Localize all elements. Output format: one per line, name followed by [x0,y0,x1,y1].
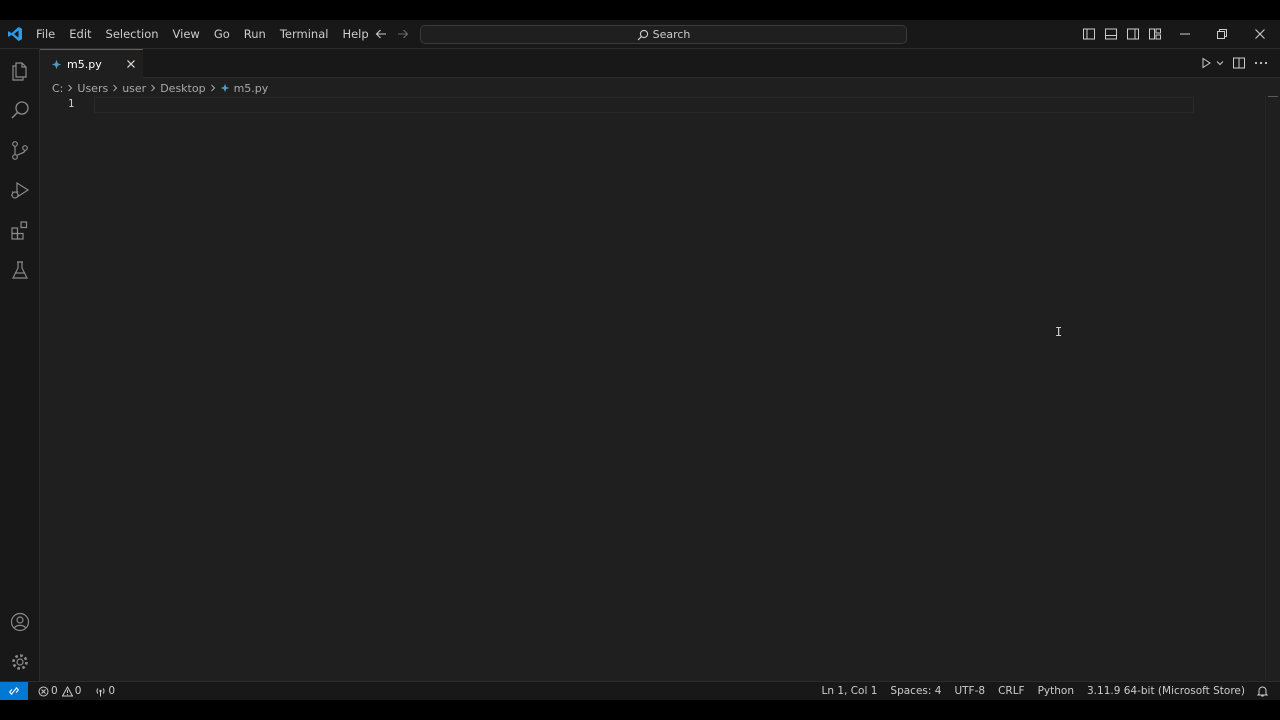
run-python-file-icon[interactable] [196,55,212,71]
status-bar: 0 0 0 Ln 1, Col 1 Spaces: 4 UTF-8 CRLF P… [0,681,1280,700]
screen-letterbox-bottom [0,700,1280,720]
run-and-debug-icon[interactable] [8,178,32,202]
eol-status[interactable]: CRLF [994,685,1029,697]
close-tab-icon[interactable] [124,57,138,71]
encoding-status[interactable]: UTF-8 [950,685,989,697]
menu-selection[interactable]: Selection [99,20,166,49]
search-label: Search [652,28,691,41]
breadcrumb-users[interactable]: Users [77,82,108,95]
command-center-search[interactable]: Search [420,25,907,44]
ports-status[interactable]: 0 [91,685,119,697]
cursor-position-status[interactable]: Ln 1, Col 1 [818,685,882,697]
vscode-logo-icon [7,26,23,42]
scrollbar-cursor-marker [1268,96,1278,97]
menu-edit[interactable]: Edit [62,20,98,49]
remote-indicator-button[interactable] [0,682,28,700]
menu-go[interactable]: Go [207,20,237,49]
minimize-window-icon[interactable] [1177,26,1193,42]
search-icon [637,29,648,40]
manage-gear-icon[interactable] [8,650,32,674]
error-icon [38,686,49,696]
menu-run[interactable]: Run [237,20,273,49]
source-control-icon[interactable] [8,138,32,162]
chevron-right-icon [111,84,119,92]
remote-connection-icon [9,687,19,695]
editor-group: m5.py C: Users user Desktop m5.py 1 I [40,49,1280,681]
explorer-icon[interactable] [8,58,32,82]
python-interpreter-status[interactable]: 3.11.9 64-bit (Microsoft Store) [1083,685,1249,697]
warning-count: 0 [74,685,82,697]
menu-file[interactable]: File [29,20,62,49]
testing-flask-icon[interactable] [8,258,32,282]
toggle-panel-icon[interactable] [1103,26,1119,42]
close-window-icon[interactable] [1252,26,1268,42]
error-count: 0 [51,685,58,697]
breadcrumb: C: Users user Desktop m5.py [52,80,268,96]
more-actions-icon[interactable] [1253,55,1269,71]
notifications-bell-icon[interactable] [1253,685,1274,697]
customize-layout-icon[interactable] [1147,26,1163,42]
toggle-primary-sidebar-icon[interactable] [1081,26,1097,42]
editor-vertical-scrollbar[interactable] [1265,96,1280,681]
toggle-secondary-sidebar-icon[interactable] [1125,26,1141,42]
chevron-right-icon [149,84,157,92]
breadcrumb-file[interactable]: m5.py [234,82,269,95]
search-view-icon[interactable] [8,98,32,122]
line-number: 1 [68,98,75,110]
ports-count: 0 [108,685,116,697]
restore-window-icon[interactable] [1214,26,1230,42]
warning-icon [61,685,73,696]
breadcrumb-user[interactable]: user [122,82,146,95]
python-file-icon [51,58,63,70]
tab-label: m5.py [67,57,102,71]
tab-m5-py[interactable]: m5.py [40,49,143,78]
language-mode-status[interactable]: Python [1034,685,1078,697]
status-left: 0 0 0 [34,682,119,700]
menu-help[interactable]: Help [335,20,375,49]
go-forward-icon[interactable] [395,26,411,42]
current-line-highlight [94,97,1194,113]
go-back-icon[interactable] [373,26,389,42]
broadcast-icon [96,687,105,696]
activity-bar [0,49,40,681]
title-bar: File Edit Selection View Go Run Terminal… [0,20,1280,49]
extensions-icon[interactable] [8,218,32,242]
menu-bar: File Edit Selection View Go Run Terminal… [29,20,376,49]
status-right: Ln 1, Col 1 Spaces: 4 UTF-8 CRLF Python … [818,682,1274,700]
indentation-status[interactable]: Spaces: 4 [886,685,945,697]
chevron-right-icon [209,84,217,92]
tab-bar: m5.py [40,49,1280,78]
menu-view[interactable]: View [166,20,207,49]
screen-letterbox-top [0,0,1280,20]
problems-status[interactable]: 0 0 [34,685,85,697]
menu-terminal[interactable]: Terminal [273,20,336,49]
chevron-right-icon [66,84,74,92]
breadcrumb-drive[interactable]: C: [52,82,63,95]
mouse-text-cursor: I [1055,325,1063,339]
run-options-chevron-down-icon[interactable] [1212,55,1228,71]
breadcrumb-desktop[interactable]: Desktop [160,82,205,95]
accounts-icon[interactable] [8,610,32,634]
split-editor-icon[interactable] [1231,55,1247,71]
python-file-icon [220,83,230,93]
